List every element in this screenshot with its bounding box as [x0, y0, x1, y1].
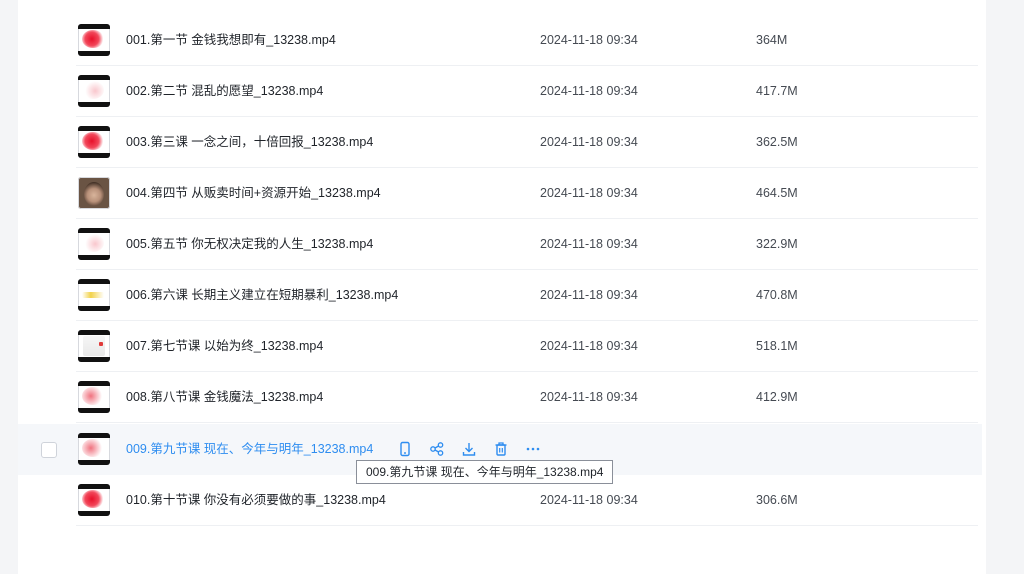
row-checkbox[interactable]: [41, 442, 57, 458]
video-thumbnail: [78, 330, 110, 362]
file-row[interactable]: 005.第五节 你无权决定我的人生_13238.mp4 2024-11-18 0…: [18, 219, 986, 270]
row-divider: [76, 525, 978, 526]
share-icon[interactable]: [428, 440, 446, 458]
file-row[interactable]: 008.第八节课 金钱魔法_13238.mp4 2024-11-18 09:34…: [18, 372, 986, 423]
delete-icon[interactable]: [492, 440, 510, 458]
file-size: 364M: [756, 33, 788, 47]
file-size: 417.7M: [756, 84, 798, 98]
file-row[interactable]: 003.第三课 一念之间，十倍回报_13238.mp4 2024-11-18 0…: [18, 117, 986, 168]
file-row[interactable]: 001.第一节 金钱我想即有_13238.mp4 2024-11-18 09:3…: [18, 15, 986, 66]
file-name[interactable]: 009.第九节课 现在、今年与明年_13238.mp4: [126, 424, 373, 475]
file-name[interactable]: 008.第八节课 金钱魔法_13238.mp4: [126, 372, 323, 423]
video-thumbnail: [78, 177, 110, 209]
file-date: 2024-11-18 09:34: [540, 237, 638, 251]
file-name[interactable]: 005.第五节 你无权决定我的人生_13238.mp4: [126, 219, 373, 270]
video-thumbnail: [78, 484, 110, 516]
file-size: 464.5M: [756, 186, 798, 200]
download-icon[interactable]: [460, 440, 478, 458]
file-name[interactable]: 006.第六课 长期主义建立在短期暴利_13238.mp4: [126, 270, 398, 321]
file-name[interactable]: 003.第三课 一念之间，十倍回报_13238.mp4: [126, 117, 373, 168]
filename-tooltip: 009.第九节课 现在、今年与明年_13238.mp4: [356, 460, 614, 484]
video-thumbnail: [78, 228, 110, 260]
file-date: 2024-11-18 09:34: [540, 33, 638, 47]
file-row[interactable]: 006.第六课 长期主义建立在短期暴利_13238.mp4 2024-11-18…: [18, 270, 986, 321]
file-name[interactable]: 010.第十节课 你没有必须要做的事_13238.mp4: [126, 475, 386, 526]
file-name[interactable]: 007.第七节课 以始为终_13238.mp4: [126, 321, 323, 372]
file-name[interactable]: 002.第二节 混乱的愿望_13238.mp4: [126, 66, 323, 117]
file-row[interactable]: 007.第七节课 以始为终_13238.mp4 2024-11-18 09:34…: [18, 321, 986, 372]
row-actions: [396, 440, 542, 458]
file-size: 322.9M: [756, 237, 798, 251]
file-date: 2024-11-18 09:34: [540, 186, 638, 200]
file-date: 2024-11-18 09:34: [540, 288, 638, 302]
more-icon[interactable]: [524, 440, 542, 458]
row-divider: [76, 422, 978, 423]
video-thumbnail: [78, 279, 110, 311]
file-size: 412.9M: [756, 390, 798, 404]
video-thumbnail: [78, 24, 110, 56]
phone-icon[interactable]: [396, 440, 414, 458]
file-name[interactable]: 001.第一节 金钱我想即有_13238.mp4: [126, 15, 336, 66]
video-thumbnail: [78, 75, 110, 107]
file-row[interactable]: 002.第二节 混乱的愿望_13238.mp4 2024-11-18 09:34…: [18, 66, 986, 117]
file-size: 362.5M: [756, 135, 798, 149]
file-list-panel: 001.第一节 金钱我想即有_13238.mp4 2024-11-18 09:3…: [18, 0, 986, 574]
file-size: 470.8M: [756, 288, 798, 302]
file-name[interactable]: 004.第四节 从贩卖时间+资源开始_13238.mp4: [126, 168, 381, 219]
file-size: 306.6M: [756, 493, 798, 507]
file-date: 2024-11-18 09:34: [540, 390, 638, 404]
video-thumbnail: [78, 381, 110, 413]
video-thumbnail: [78, 126, 110, 158]
file-row[interactable]: 004.第四节 从贩卖时间+资源开始_13238.mp4 2024-11-18 …: [18, 168, 986, 219]
video-thumbnail: [78, 433, 110, 465]
file-date: 2024-11-18 09:34: [540, 84, 638, 98]
file-date: 2024-11-18 09:34: [540, 339, 638, 353]
file-date: 2024-11-18 09:34: [540, 135, 638, 149]
file-size: 518.1M: [756, 339, 798, 353]
